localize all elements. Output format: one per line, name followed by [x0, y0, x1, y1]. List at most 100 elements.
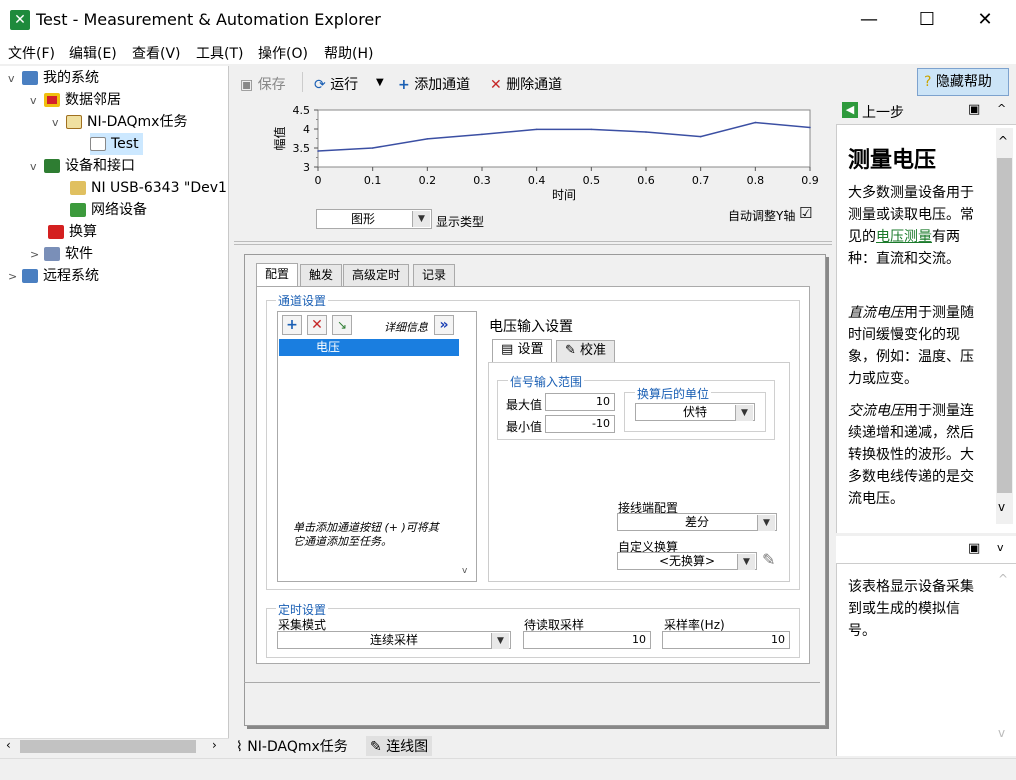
terminal-config-select[interactable]: 差分 ▼	[617, 513, 777, 531]
help-bulb-icon: ?	[924, 74, 932, 90]
chevron-down-icon: ▼	[412, 211, 430, 227]
scroll-thumb[interactable]	[20, 740, 196, 753]
subtab-calibration[interactable]: ✎ 校准	[556, 340, 616, 362]
status-bar	[0, 758, 1016, 780]
chart: 0 0.1 0.2 0.3 0.4 0.5 0.6 0.7 0.8 0.9 3 3.5 4 4.5 时间 幅值	[272, 104, 819, 202]
pane-menu-icon[interactable]: ▣	[968, 541, 980, 556]
tab-connection-diagram[interactable]: ✎ 连线图	[366, 736, 433, 756]
custom-scale-select[interactable]: <无换算> ▼	[617, 552, 757, 570]
chevron-down-icon: ▼	[737, 554, 755, 570]
scroll-down-icon[interactable]: v	[462, 566, 467, 576]
software-icon	[44, 247, 60, 261]
remove-channel-icon[interactable]: ✕	[307, 315, 327, 335]
tree-item-my-system[interactable]: v 我的系统	[8, 67, 99, 89]
min-input[interactable]: -10	[545, 415, 615, 433]
auto-scale-checkbox[interactable]: ☑	[799, 204, 812, 222]
tab-advanced-timing[interactable]: 高级定时	[343, 264, 410, 286]
data-point	[371, 147, 374, 149]
tree-item-daqmx-tasks[interactable]: v NI-DAQmx任务	[52, 111, 187, 133]
x-tick-label: 0.7	[692, 174, 710, 187]
scroll-up-icon[interactable]: ^	[998, 134, 1008, 148]
scaled-units-select[interactable]: 伏特 ▼	[635, 403, 755, 421]
collapse-icon[interactable]: v	[30, 90, 44, 112]
tree-item-software[interactable]: > 软件	[30, 243, 93, 265]
app-icon: ✕	[10, 10, 30, 30]
y-axis-label: 幅值	[272, 126, 287, 150]
delete-channel-button[interactable]: ✕ 删除通道	[490, 74, 562, 94]
tree-item-data-neighborhood[interactable]: v 数据邻居	[30, 89, 121, 111]
channel-hint: 单击添加通道按钮 (+ )可将其它通道添加至任务。	[293, 521, 439, 548]
help-back-button[interactable]: 上一步	[862, 102, 904, 122]
scroll-left-icon[interactable]: ‹	[6, 738, 11, 752]
save-button[interactable]: ▣ 保存	[240, 74, 286, 94]
y-tick-label: 3	[303, 161, 310, 174]
expand-icon[interactable]: >	[30, 244, 44, 266]
save-icon: ▣	[240, 77, 254, 93]
menu-bar: 文件(F) 编辑(E) 查看(V) 工具(T) 操作(O) 帮助(H)	[0, 40, 1016, 64]
tree-item-scales[interactable]: 换算	[48, 221, 97, 243]
tree-item-remote-systems[interactable]: > 远程系统	[8, 265, 99, 287]
max-input[interactable]: 10	[545, 393, 615, 411]
menu-help[interactable]: 帮助(H)	[324, 43, 373, 63]
tab-daqmx-task[interactable]: ⌇ NI-DAQmx任务	[236, 736, 348, 756]
menu-file[interactable]: 文件(F)	[8, 43, 55, 63]
collapse-icon[interactable]: v	[8, 68, 22, 90]
acq-mode-select[interactable]: 连续采样 ▼	[277, 631, 511, 649]
run-dropdown-icon[interactable]: ▼	[376, 77, 384, 88]
add-channel-icon[interactable]: +	[282, 315, 302, 335]
waveform-icon	[90, 137, 106, 151]
data-point	[317, 150, 319, 152]
plus-icon: +	[398, 77, 410, 93]
collapse-up-icon[interactable]: ^	[997, 102, 1006, 115]
tab-trigger[interactable]: 触发	[300, 264, 343, 286]
tree-item-usb-device[interactable]: NI USB-6343 "Dev1"	[70, 177, 228, 199]
channel-list-item[interactable]: 电压	[279, 339, 459, 356]
usb-icon	[70, 181, 86, 195]
subtab-settings[interactable]: ▤ 设置	[492, 339, 553, 362]
plot-area	[317, 109, 811, 168]
run-button[interactable]: ⟳ 运行	[314, 74, 358, 94]
title-bar: ✕ Test - Measurement & Automation Explor…	[0, 0, 1016, 40]
y-tick-label: 4	[303, 123, 310, 136]
pane-menu-icon[interactable]: ▣	[968, 102, 980, 117]
menu-tools[interactable]: 工具(T)	[196, 43, 243, 63]
data-point	[754, 121, 757, 124]
menu-view[interactable]: 查看(V)	[132, 43, 181, 63]
details-expand-icon[interactable]: »	[434, 315, 454, 335]
collapse-down-icon[interactable]: v	[997, 541, 1004, 554]
menu-actions[interactable]: 操作(O)	[258, 43, 308, 63]
samples-to-read-input[interactable]: 10	[523, 631, 651, 649]
add-channel-button[interactable]: + 添加通道	[398, 74, 470, 94]
x-axis-label: 时间	[552, 188, 576, 202]
settings-icon: ▤	[501, 342, 514, 357]
tree-item-test[interactable]: Test	[90, 133, 143, 155]
back-icon[interactable]: ◀	[842, 102, 858, 118]
tab-logging[interactable]: 记录	[413, 264, 456, 286]
hide-help-button[interactable]: ? 隐藏帮助	[917, 68, 1009, 96]
scroll-right-icon[interactable]: ›	[212, 738, 217, 752]
y-tick-label: 4.5	[293, 104, 311, 117]
scroll-thumb[interactable]	[997, 158, 1012, 493]
scroll-down-icon[interactable]: v	[998, 726, 1005, 740]
tab-config[interactable]: 配置	[256, 263, 299, 286]
rate-input[interactable]: 10	[662, 631, 790, 649]
menu-edit[interactable]: 编辑(E)	[69, 43, 117, 63]
voltage-measurement-link[interactable]: 电压测量	[876, 229, 932, 245]
collapse-icon[interactable]: v	[30, 156, 44, 178]
maximize-button[interactable]: ☐	[898, 0, 956, 40]
tree-item-devices[interactable]: v 设备和接口	[30, 155, 135, 177]
tree-item-network-devices[interactable]: 网络设备	[70, 199, 147, 221]
display-type-select[interactable]: 图形 ▼	[316, 209, 432, 229]
collapse-icon[interactable]: v	[52, 112, 66, 134]
expand-icon[interactable]: >	[8, 266, 22, 288]
scroll-up-icon[interactable]: ^	[998, 572, 1008, 586]
rename-channel-icon[interactable]: ↘	[332, 315, 352, 335]
close-button[interactable]: ✕	[956, 0, 1014, 40]
x-tick-label: 0.8	[747, 174, 765, 187]
voltage-settings-title: 电压输入设置	[489, 319, 573, 335]
minimize-button[interactable]: —	[840, 0, 898, 40]
wrench-icon[interactable]: ✎	[762, 550, 775, 569]
data-point	[645, 131, 647, 133]
network-icon	[70, 203, 86, 217]
scroll-down-icon[interactable]: v	[998, 500, 1005, 514]
